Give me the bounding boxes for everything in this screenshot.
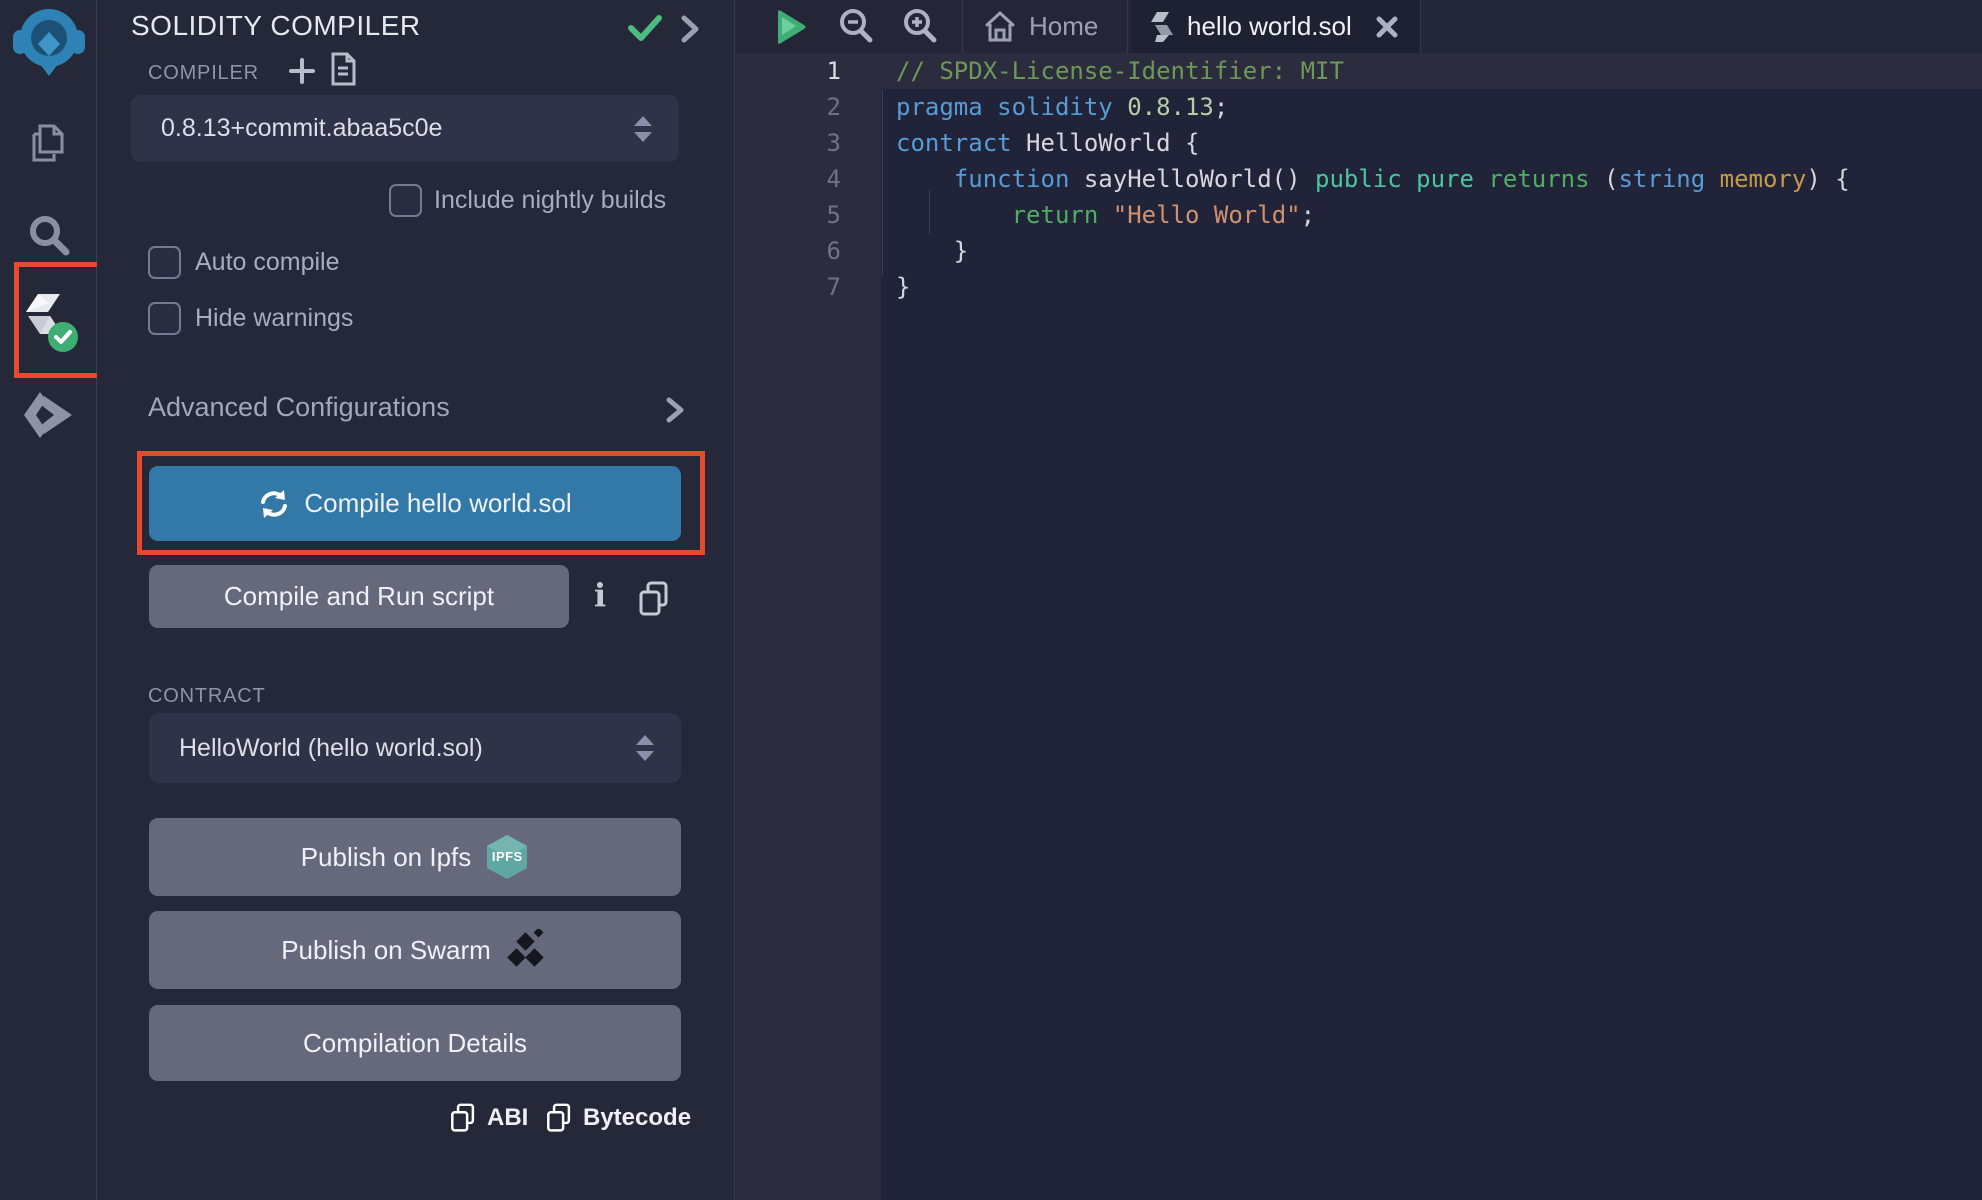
compile-button-label: Compile hello world.sol xyxy=(304,488,571,519)
include-nightly-label[interactable]: Include nightly builds xyxy=(434,186,666,215)
editor-tab-bar: Home hello world.sol xyxy=(736,0,1982,53)
line-number: 4 xyxy=(736,165,881,193)
zoom-in-icon[interactable] xyxy=(900,6,940,46)
search-icon[interactable] xyxy=(0,212,97,258)
code-line: 3 contract HelloWorld { xyxy=(736,125,1982,161)
include-nightly-checkbox[interactable] xyxy=(389,184,422,217)
contract-selected-value: HelloWorld (hello world.sol) xyxy=(149,734,633,763)
add-compiler-icon[interactable] xyxy=(287,56,317,86)
advanced-configurations-toggle[interactable]: Advanced Configurations xyxy=(148,392,450,423)
publish-ipfs-button[interactable]: Publish on Ipfs IPFS xyxy=(149,818,681,896)
line-number: 1 xyxy=(736,57,881,85)
copy-bytecode-button[interactable]: Bytecode xyxy=(545,1102,691,1134)
code-line: 1 // SPDX-License-Identifier: MIT xyxy=(736,53,1982,89)
publish-swarm-label: Publish on Swarm xyxy=(281,935,491,966)
solidity-compiler-icon[interactable] xyxy=(0,292,97,354)
run-script-play-icon[interactable] xyxy=(772,8,808,46)
code-text: // SPDX-License-Identifier: MIT xyxy=(881,57,1344,85)
compiler-section-label: COMPILER xyxy=(148,62,259,85)
code-text: return "Hello World"; xyxy=(881,201,1315,229)
compiler-version-value: 0.8.13+commit.abaa5c0e xyxy=(131,114,631,143)
publish-swarm-button[interactable]: Publish on Swarm xyxy=(149,911,681,989)
code-line: 5 return "Hello World"; xyxy=(736,197,1982,233)
ipfs-icon: IPFS xyxy=(485,834,529,880)
select-updown-icon xyxy=(633,731,657,765)
code-editor: Home hello world.sol 1 // SPDX-License-I… xyxy=(736,0,1982,1200)
hide-warnings-label[interactable]: Hide warnings xyxy=(195,304,353,333)
swarm-icon xyxy=(505,929,549,971)
auto-compile-checkbox[interactable] xyxy=(148,246,181,279)
remix-logo[interactable] xyxy=(0,6,97,80)
select-updown-icon xyxy=(631,112,655,146)
code-text: } xyxy=(881,273,910,301)
compile-button[interactable]: Compile hello world.sol xyxy=(149,466,681,541)
solidity-file-icon xyxy=(1149,11,1175,43)
panel-chevron-right-icon[interactable] xyxy=(679,14,701,44)
copy-script-icon[interactable] xyxy=(637,580,671,618)
solidity-compiler-panel: SOLIDITY COMPILER COMPILER 0.8.13+commit… xyxy=(97,0,735,1200)
compile-success-check-icon xyxy=(625,12,665,44)
tab-bar-filler xyxy=(1422,0,1982,53)
code-line: 4 function sayHelloWorld() public pure r… xyxy=(736,161,1982,197)
compilation-details-button[interactable]: Compilation Details xyxy=(149,1005,681,1081)
bytecode-label: Bytecode xyxy=(583,1104,691,1132)
tab-hello-world-sol[interactable]: hello world.sol xyxy=(1131,0,1421,53)
line-number: 7 xyxy=(736,273,881,301)
compile-and-run-button[interactable]: Compile and Run script xyxy=(149,565,569,628)
tab-file-label: hello world.sol xyxy=(1187,11,1352,42)
line-number: 5 xyxy=(736,201,881,229)
home-icon xyxy=(983,10,1017,44)
publish-ipfs-label: Publish on Ipfs xyxy=(301,842,472,873)
copy-icon xyxy=(449,1102,477,1134)
activity-bar xyxy=(0,0,97,1200)
tab-home-label: Home xyxy=(1029,11,1098,42)
refresh-icon xyxy=(258,488,290,520)
copy-icon xyxy=(545,1102,573,1134)
abi-label: ABI xyxy=(487,1104,528,1132)
compiler-version-select[interactable]: 0.8.13+commit.abaa5c0e xyxy=(131,95,679,162)
close-tab-icon[interactable] xyxy=(1374,14,1400,40)
code-text: } xyxy=(881,237,968,265)
compiler-file-icon[interactable] xyxy=(329,52,357,86)
code-line: 7 } xyxy=(736,269,1982,305)
file-explorer-icon[interactable] xyxy=(0,120,97,168)
code-line: 6 } xyxy=(736,233,1982,269)
line-number: 2 xyxy=(736,93,881,121)
deploy-run-icon[interactable] xyxy=(0,392,97,442)
compile-and-run-label: Compile and Run script xyxy=(224,581,494,612)
line-number: 6 xyxy=(736,237,881,265)
line-number: 3 xyxy=(736,129,881,157)
copy-abi-button[interactable]: ABI xyxy=(449,1102,528,1134)
info-icon[interactable]: i xyxy=(594,576,606,614)
contract-section-label: CONTRACT xyxy=(148,685,266,708)
auto-compile-label[interactable]: Auto compile xyxy=(195,248,340,277)
code-text: function sayHelloWorld() public pure ret… xyxy=(881,165,1850,193)
contract-select[interactable]: HelloWorld (hello world.sol) xyxy=(149,713,681,783)
panel-title: SOLIDITY COMPILER xyxy=(131,10,421,42)
code-text: contract HelloWorld { xyxy=(881,129,1199,157)
advanced-chevron-right-icon[interactable] xyxy=(665,396,685,424)
tab-home[interactable]: Home xyxy=(962,0,1128,53)
zoom-out-icon[interactable] xyxy=(836,6,876,46)
hide-warnings-checkbox[interactable] xyxy=(148,302,181,335)
code-line: 2 pragma solidity 0.8.13; xyxy=(736,89,1982,125)
code-text: pragma solidity 0.8.13; xyxy=(881,93,1228,121)
compilation-details-label: Compilation Details xyxy=(303,1028,527,1059)
